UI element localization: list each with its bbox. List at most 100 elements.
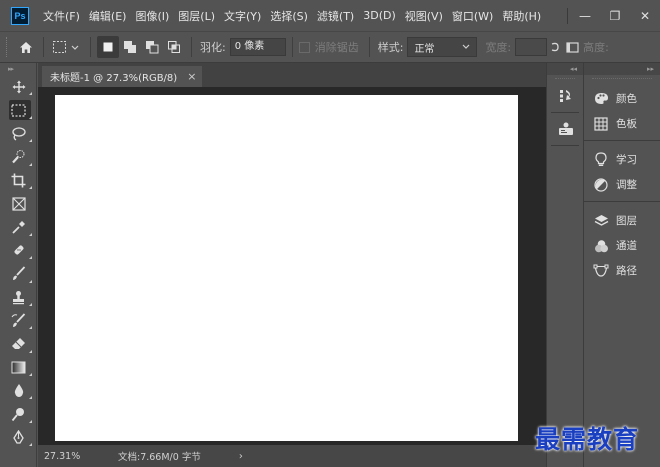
options-bar: 羽化: 0 像素 消除锯齿 样式: 正常 宽度: 高度: bbox=[0, 31, 660, 63]
color-panel-button[interactable]: 颜色 bbox=[584, 86, 660, 111]
style-label: 样式: bbox=[377, 41, 404, 54]
height-label: 高度: bbox=[583, 41, 609, 54]
tool-flyout-indicator bbox=[29, 279, 32, 283]
window-controls: — ❐ ✕ bbox=[565, 0, 660, 31]
swap-icon[interactable] bbox=[547, 36, 563, 58]
stamp-icon bbox=[13, 290, 24, 304]
document-canvas[interactable] bbox=[55, 95, 518, 441]
quick-select-icon bbox=[12, 150, 25, 164]
add-to-selection-icon[interactable] bbox=[119, 36, 141, 58]
menu-view[interactable]: 视图(V) bbox=[405, 8, 443, 24]
home-icon[interactable] bbox=[15, 36, 37, 58]
menu-file[interactable]: 文件(F) bbox=[43, 8, 80, 24]
tool-flyout-indicator bbox=[29, 185, 32, 189]
document-tab-title: 未标题-1 @ 27.3%(RGB/8) bbox=[50, 73, 178, 84]
photoshop-logo: Ps bbox=[11, 6, 29, 25]
canvas-workspace[interactable] bbox=[38, 87, 546, 445]
tool-flyout-indicator bbox=[29, 115, 32, 119]
menu-select[interactable]: 选择(S) bbox=[270, 8, 308, 24]
dodge-icon bbox=[11, 407, 24, 421]
menu-edit[interactable]: 编辑(E) bbox=[89, 8, 127, 24]
menu-filter[interactable]: 滤镜(T) bbox=[317, 8, 354, 24]
document-area: 未标题-1 @ 27.3%(RGB/8) × 27.31% 文档:7.66M/0… bbox=[38, 63, 546, 467]
width-input[interactable] bbox=[515, 38, 548, 56]
tool-flyout-indicator bbox=[29, 256, 32, 260]
history-icon bbox=[559, 90, 571, 102]
blur-tool[interactable] bbox=[0, 379, 37, 402]
lasso-tool[interactable] bbox=[0, 122, 37, 145]
clone-stamp-tool[interactable] bbox=[0, 286, 37, 309]
tool-flyout-indicator bbox=[29, 302, 32, 306]
menu-layer[interactable]: 图层(L) bbox=[178, 8, 215, 24]
restore-button[interactable]: ❐ bbox=[600, 6, 630, 26]
separator bbox=[368, 37, 370, 57]
subtract-from-selection-icon[interactable] bbox=[141, 36, 163, 58]
marquee-preset-icon[interactable] bbox=[50, 36, 84, 58]
palette-icon bbox=[592, 91, 610, 107]
feather-input[interactable]: 0 像素 bbox=[229, 38, 286, 56]
crop-icon bbox=[11, 173, 26, 188]
color-panel-label: 颜色 bbox=[616, 93, 637, 105]
panel-group-color: 颜色 色板 bbox=[584, 84, 660, 141]
separator bbox=[551, 112, 579, 113]
menu-window[interactable]: 窗口(W) bbox=[452, 8, 493, 24]
properties-panel-button[interactable] bbox=[547, 117, 584, 141]
eraser-tool[interactable] bbox=[0, 332, 37, 355]
expand-panels-icon[interactable]: ◂◂ bbox=[547, 63, 583, 75]
layers-panel-button[interactable]: 图层 bbox=[584, 208, 660, 233]
tool-flyout-indicator bbox=[29, 139, 32, 143]
frame-icon[interactable] bbox=[563, 36, 581, 58]
bandage-icon bbox=[14, 245, 24, 255]
eyedropper-tool[interactable] bbox=[0, 215, 37, 238]
antialias-label: 消除锯齿 bbox=[314, 41, 359, 54]
swatches-panel-button[interactable]: 色板 bbox=[584, 111, 660, 136]
collapsed-panel-column: ◂◂ bbox=[546, 63, 583, 467]
zoom-level[interactable]: 27.31% bbox=[44, 451, 84, 462]
healing-brush-tool[interactable] bbox=[0, 239, 37, 262]
close-tab-icon[interactable]: × bbox=[187, 70, 196, 83]
tool-flyout-indicator bbox=[29, 373, 32, 377]
history-brush-tool[interactable] bbox=[0, 309, 37, 332]
menu-3d[interactable]: 3D(D) bbox=[363, 9, 396, 22]
expand-toolbar-icon[interactable]: ▸▸ bbox=[0, 63, 36, 75]
menu-image[interactable]: 图像(I) bbox=[135, 8, 169, 24]
brush-icon bbox=[13, 266, 26, 281]
adjustments-panel-button[interactable]: 调整 bbox=[584, 172, 660, 197]
new-selection-icon[interactable] bbox=[97, 36, 119, 58]
chevron-down-icon bbox=[463, 44, 470, 49]
collapse-panels-icon[interactable]: ▸▸ bbox=[584, 63, 660, 75]
panel-group-learn: 学习 调整 bbox=[584, 141, 660, 202]
eraser-icon bbox=[12, 338, 25, 350]
channels-panel-button[interactable]: 通道 bbox=[584, 233, 660, 258]
antialias-checkbox[interactable] bbox=[298, 41, 310, 53]
style-select[interactable]: 正常 bbox=[407, 37, 478, 57]
paths-panel-button[interactable]: 路径 bbox=[584, 258, 660, 283]
tool-flyout-indicator bbox=[29, 326, 32, 330]
options-grip[interactable] bbox=[6, 37, 9, 57]
intersect-selection-icon[interactable] bbox=[163, 36, 185, 58]
separator bbox=[43, 37, 44, 57]
pen-icon bbox=[13, 430, 24, 444]
dodge-tool[interactable] bbox=[0, 402, 37, 425]
status-menu-arrow[interactable]: › bbox=[239, 451, 243, 462]
menu-type[interactable]: 文字(Y) bbox=[224, 8, 261, 24]
minimize-button[interactable]: — bbox=[570, 6, 600, 26]
marquee-tool[interactable] bbox=[0, 98, 37, 121]
frame-tool[interactable] bbox=[0, 192, 37, 215]
adjustments-panel-label: 调整 bbox=[616, 179, 637, 191]
panel-group-layers: 图层 通道 路径 bbox=[584, 202, 660, 287]
history-panel-button[interactable] bbox=[547, 84, 584, 108]
close-button[interactable]: ✕ bbox=[630, 6, 660, 26]
grid-icon bbox=[592, 116, 610, 132]
menu-help[interactable]: 帮助(H) bbox=[502, 8, 541, 24]
brush-tool[interactable] bbox=[0, 262, 37, 285]
learn-panel-button[interactable]: 学习 bbox=[584, 147, 660, 172]
crop-tool[interactable] bbox=[0, 169, 37, 192]
document-tab-bar: 未标题-1 @ 27.3%(RGB/8) × bbox=[38, 63, 546, 87]
quick-selection-tool[interactable] bbox=[0, 145, 37, 168]
rect-marquee-icon bbox=[11, 104, 26, 117]
document-tab[interactable]: 未标题-1 @ 27.3%(RGB/8) × bbox=[42, 66, 202, 87]
pen-tool[interactable] bbox=[0, 426, 37, 449]
gradient-tool[interactable] bbox=[0, 356, 37, 379]
move-tool[interactable] bbox=[0, 75, 37, 98]
